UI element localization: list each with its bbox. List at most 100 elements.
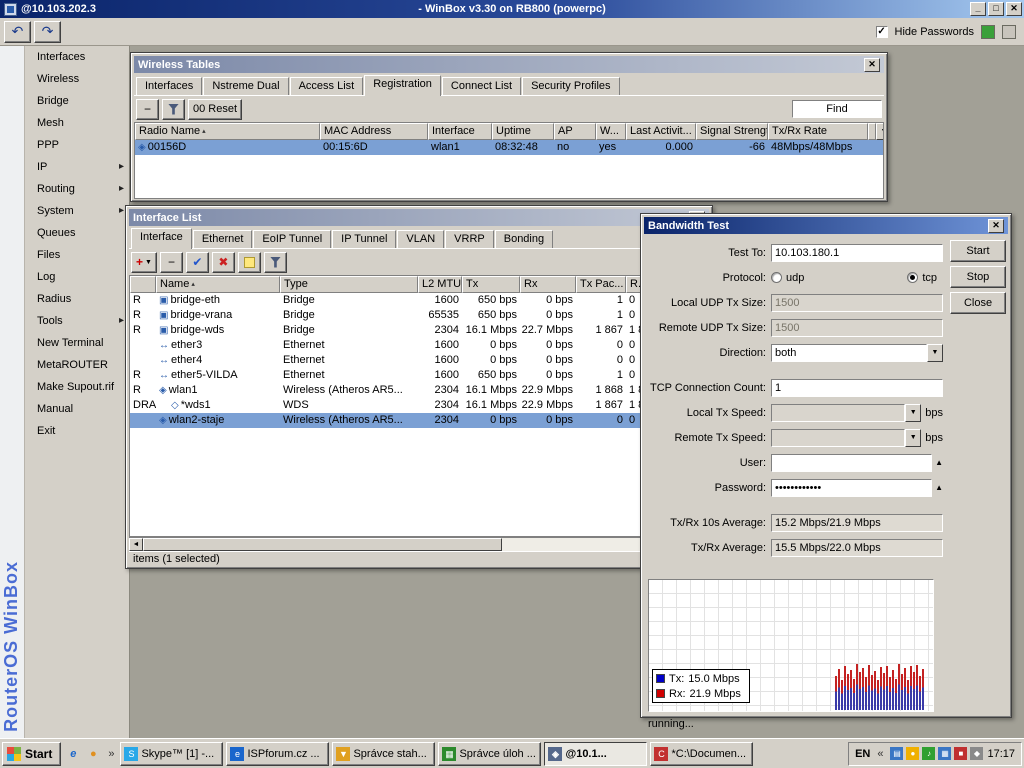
- wireless-tab-access-list[interactable]: Access List: [290, 77, 364, 95]
- taskbar-task-skype-1[interactable]: SSkype™ [1] -...: [120, 742, 223, 766]
- table-row[interactable]: ◈wlan2-stajeWireless (Atheros AR5...2304…: [130, 413, 708, 428]
- add-button[interactable]: +▼: [131, 252, 157, 273]
- minimize-button[interactable]: _: [970, 2, 986, 16]
- user-input[interactable]: [771, 454, 932, 472]
- sidebar-item-routing[interactable]: Routing▸: [25, 178, 129, 200]
- table-row[interactable]: R▣bridge-wdsBridge230416.1 Mbps22.7 Mbps…: [130, 323, 708, 338]
- wireless-tab-registration[interactable]: Registration: [364, 75, 441, 96]
- column-header-uptime[interactable]: Uptime: [492, 123, 554, 140]
- start-button[interactable]: Start: [2, 742, 61, 766]
- column-header-w[interactable]: W...: [596, 123, 626, 140]
- sidebar-item-metarouter[interactable]: MetaROUTER: [25, 354, 129, 376]
- close-button[interactable]: ✕: [1006, 2, 1022, 16]
- interface-tab-vrrp[interactable]: VRRP: [445, 230, 494, 248]
- tray-icon-6[interactable]: ◆: [970, 747, 983, 760]
- test-to-input[interactable]: [771, 244, 943, 262]
- collapse-arrow-icon[interactable]: ▲: [935, 458, 943, 467]
- sidebar-item-exit[interactable]: Exit: [25, 420, 129, 442]
- collapse-arrow-icon[interactable]: ▲: [935, 483, 943, 492]
- wireless-tab-nstreme-dual[interactable]: Nstreme Dual: [203, 77, 288, 95]
- close-icon[interactable]: ✕: [864, 58, 880, 72]
- scrollbar-thumb[interactable]: [143, 538, 502, 551]
- taskbar-task-c-documen[interactable]: C*C:\Documen...: [650, 742, 753, 766]
- column-header-tx[interactable]: Tx: [462, 276, 520, 293]
- redo-icon[interactable]: ↷: [34, 21, 61, 43]
- table-row[interactable]: R▣bridge-ethBridge1600650 bps0 bps10: [130, 293, 708, 308]
- column-header-interface[interactable]: Interface: [428, 123, 492, 140]
- table-row[interactable]: R◈wlan1Wireless (Atheros AR5...230416.1 …: [130, 383, 708, 398]
- interface-list-titlebar[interactable]: Interface List □: [129, 209, 709, 226]
- wireless-tables-titlebar[interactable]: Wireless Tables ✕: [134, 56, 884, 73]
- password-input[interactable]: [771, 479, 932, 497]
- reset-button[interactable]: 00 Reset: [188, 99, 242, 120]
- interface-tab-vlan[interactable]: VLAN: [397, 230, 444, 248]
- app-titlebar[interactable]: @10.103.202.3 - WinBox v3.30 on RB800 (p…: [0, 0, 1024, 18]
- restore-button[interactable]: □: [988, 2, 1004, 16]
- interface-tab-ip-tunnel[interactable]: IP Tunnel: [332, 230, 396, 248]
- sidebar-item-bridge[interactable]: Bridge: [25, 90, 129, 112]
- close-button[interactable]: Close: [950, 292, 1006, 314]
- table-row[interactable]: ↔ether4Ethernet16000 bps0 bps00: [130, 353, 708, 368]
- taskbar-task-spr-vce-loh[interactable]: ▦Správce úloh ...: [438, 742, 541, 766]
- column-header-ap[interactable]: AP: [554, 123, 596, 140]
- stop-button[interactable]: Stop: [950, 266, 1006, 288]
- enable-button[interactable]: ✔: [186, 252, 209, 273]
- filter-icon[interactable]: [162, 99, 185, 120]
- column-header-tx-rx-rate[interactable]: Tx/Rx Rate: [768, 123, 868, 140]
- table-row[interactable]: ↔ether3Ethernet16000 bps0 bps00: [130, 338, 708, 353]
- tray-icon-3[interactable]: ♪: [922, 747, 935, 760]
- table-row[interactable]: DRA◇*wds1WDS230416.1 Mbps22.9 Mbps1 8671…: [130, 398, 708, 413]
- column-header-l2-mtu[interactable]: L2 MTU: [418, 276, 462, 293]
- quick-launch-overflow-icon[interactable]: »: [105, 748, 117, 760]
- sidebar-item-ip[interactable]: IP▸: [25, 156, 129, 178]
- interface-tab-eoip-tunnel[interactable]: EoIP Tunnel: [253, 230, 331, 248]
- quick-launch-launcher-icon[interactable]: ●: [84, 745, 102, 763]
- tray-collapse-icon[interactable]: «: [874, 748, 886, 760]
- remove-button[interactable]: −: [160, 252, 183, 273]
- column-header-mac-address[interactable]: MAC Address: [320, 123, 428, 140]
- column-header-flags[interactable]: [130, 276, 156, 293]
- sidebar-item-manual[interactable]: Manual: [25, 398, 129, 420]
- direction-select[interactable]: both: [771, 344, 927, 362]
- column-header-radio-name[interactable]: Radio Name▴: [135, 123, 320, 140]
- scrollbar-track[interactable]: [143, 538, 695, 551]
- sidebar-item-new-terminal[interactable]: New Terminal: [25, 332, 129, 354]
- wireless-tab-interfaces[interactable]: Interfaces: [136, 77, 202, 95]
- interface-tab-bonding[interactable]: Bonding: [495, 230, 553, 248]
- filter-icon[interactable]: [264, 252, 287, 273]
- taskbar-task-spr-vce-stah[interactable]: ▼Správce stah...: [332, 742, 435, 766]
- tray-icon-2[interactable]: ●: [906, 747, 919, 760]
- tcp-connection-count-input[interactable]: [771, 379, 943, 397]
- column-header-name[interactable]: Name▴: [156, 276, 280, 293]
- column-header-rx[interactable]: Rx: [520, 276, 576, 293]
- column-header-tx-pac[interactable]: Tx Pac...: [576, 276, 626, 293]
- udp-radio[interactable]: [771, 272, 782, 283]
- table-row[interactable]: ◈00156D00:15:6Dwlan108:32:48noyes0.000-6…: [135, 140, 883, 155]
- sidebar-item-system[interactable]: System▸: [25, 200, 129, 222]
- scroll-left-icon[interactable]: ◄: [129, 538, 143, 551]
- sidebar-item-make-supout-rif[interactable]: Make Supout.rif: [25, 376, 129, 398]
- sidebar-item-interfaces[interactable]: Interfaces: [25, 46, 129, 68]
- sidebar-item-tools[interactable]: Tools▸: [25, 310, 129, 332]
- close-icon[interactable]: ✕: [988, 219, 1004, 233]
- interface-tab-interface[interactable]: Interface: [131, 228, 192, 249]
- column-header-last-activit[interactable]: Last Activit...: [626, 123, 696, 140]
- find-button[interactable]: Find: [792, 100, 882, 118]
- column-header-signal-strengt[interactable]: Signal Strengt...: [696, 123, 768, 140]
- sidebar-item-ppp[interactable]: PPP: [25, 134, 129, 156]
- tray-icon-4[interactable]: ▦: [938, 747, 951, 760]
- quick-launch-ie-icon[interactable]: e: [64, 745, 82, 763]
- sidebar-item-mesh[interactable]: Mesh: [25, 112, 129, 134]
- table-row[interactable]: R↔ether5-VILDAEthernet1600650 bps0 bps10: [130, 368, 708, 383]
- sidebar-item-wireless[interactable]: Wireless: [25, 68, 129, 90]
- sidebar-item-files[interactable]: Files: [25, 244, 129, 266]
- language-indicator[interactable]: EN: [855, 748, 870, 760]
- tray-icon-1[interactable]: ▤: [890, 747, 903, 760]
- disable-button[interactable]: ✖: [212, 252, 235, 273]
- sidebar-item-log[interactable]: Log: [25, 266, 129, 288]
- taskbar-task-10-1[interactable]: ◈@10.1...: [544, 742, 647, 766]
- sidebar-item-queues[interactable]: Queues: [25, 222, 129, 244]
- taskbar-task-ispforum-cz[interactable]: eISPforum.cz ...: [226, 742, 329, 766]
- column-header-type[interactable]: Type: [280, 276, 418, 293]
- wireless-tab-connect-list[interactable]: Connect List: [442, 77, 521, 95]
